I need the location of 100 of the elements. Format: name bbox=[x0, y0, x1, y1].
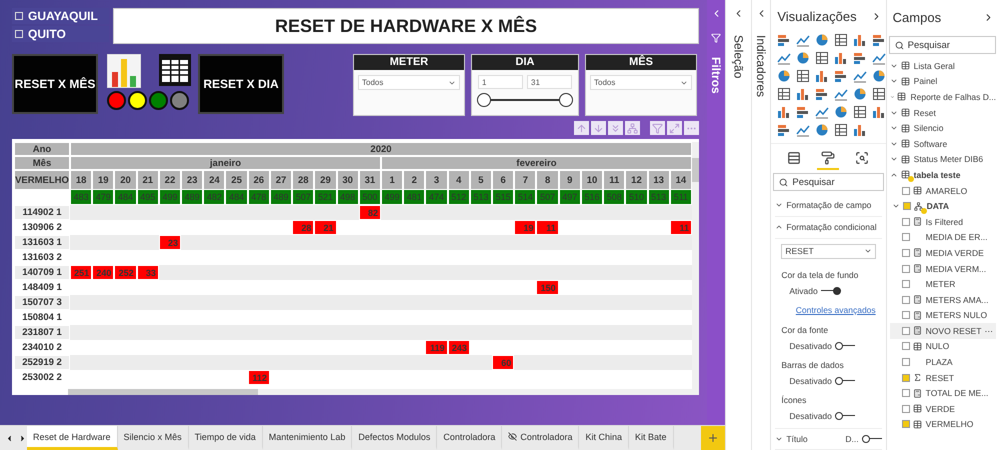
bar-chart-icon[interactable] bbox=[815, 87, 830, 102]
field-list-item[interactable]: PLAZA bbox=[890, 354, 996, 370]
checkbox[interactable] bbox=[902, 280, 910, 288]
page-tab[interactable]: Defectos Modulos bbox=[352, 426, 438, 450]
checkbox[interactable] bbox=[902, 358, 910, 366]
page-tab[interactable]: Reset de Hardware bbox=[27, 426, 118, 450]
table-list-item[interactable]: Software bbox=[890, 136, 996, 152]
table-list-item[interactable]: Painel bbox=[890, 74, 996, 90]
toggle-switch[interactable] bbox=[862, 434, 882, 443]
page-tab[interactable]: Kit Bate bbox=[628, 426, 674, 450]
bar-chart-icon[interactable] bbox=[796, 105, 810, 120]
table-icon[interactable] bbox=[815, 51, 830, 66]
line-chart-icon[interactable] bbox=[815, 105, 830, 120]
table-icon[interactable] bbox=[777, 87, 792, 102]
dropdown-field[interactable]: Todos bbox=[590, 75, 692, 90]
vertical-scrollbar[interactable] bbox=[692, 142, 699, 389]
table-icon[interactable] bbox=[853, 105, 868, 120]
table-list-item[interactable]: Reporte de Falhas D... bbox=[890, 89, 996, 105]
checkbox[interactable] bbox=[902, 311, 910, 320]
line-chart-icon[interactable] bbox=[853, 69, 868, 84]
status-light[interactable] bbox=[128, 91, 147, 110]
section-label[interactable]: Título bbox=[786, 434, 808, 444]
table-list-item[interactable]: Lista Geral bbox=[890, 58, 996, 74]
slider-handle[interactable] bbox=[477, 93, 491, 107]
checkbox[interactable] bbox=[902, 374, 910, 382]
table-list-item[interactable]: Reset bbox=[890, 104, 996, 120]
field-list-item[interactable]: AMARELO bbox=[890, 182, 996, 198]
page-tab[interactable]: Controladora bbox=[437, 426, 502, 450]
checkbox[interactable] bbox=[902, 218, 910, 226]
checkbox[interactable] bbox=[902, 342, 910, 350]
line-chart-icon[interactable] bbox=[777, 51, 792, 66]
field-list-item[interactable]: MEDIA VERM... bbox=[890, 260, 996, 276]
horizontal-scrollbar[interactable] bbox=[68, 389, 699, 395]
table-list-item[interactable]: tabela teste bbox=[890, 167, 996, 183]
column-chart-icon[interactable] bbox=[815, 69, 830, 84]
field-list-item[interactable]: METERS NULO bbox=[890, 308, 996, 324]
checkbox[interactable] bbox=[902, 326, 910, 335]
toggle-switch[interactable] bbox=[834, 342, 855, 350]
pie-chart-icon[interactable] bbox=[815, 123, 830, 138]
bar-chart-icon[interactable] bbox=[834, 69, 848, 84]
toggle-switch[interactable] bbox=[834, 412, 855, 420]
table-icon[interactable] bbox=[872, 87, 886, 102]
reset-month-button[interactable]: RESET X MÊS bbox=[12, 54, 98, 114]
section-header[interactable]: Formatação de campo bbox=[775, 194, 882, 217]
previous-page-icon[interactable] bbox=[5, 434, 14, 442]
column-chart-icon[interactable] bbox=[853, 123, 868, 138]
range-end-field[interactable]: 31 bbox=[527, 75, 572, 89]
line-chart-icon[interactable] bbox=[796, 33, 810, 48]
bar-chart-icon[interactable] bbox=[777, 123, 792, 138]
checkbox[interactable] bbox=[902, 264, 910, 273]
table-icon[interactable] bbox=[796, 69, 810, 84]
column-chart-icon[interactable] bbox=[796, 87, 810, 102]
field-list-item[interactable]: Is Filtered bbox=[890, 214, 996, 230]
field-list-item[interactable]: DATA bbox=[890, 198, 996, 214]
bar-chart-icon[interactable] bbox=[107, 54, 141, 88]
advanced-controls-link[interactable]: Controles avançados bbox=[790, 298, 882, 319]
add-page-button[interactable] bbox=[701, 426, 725, 450]
page-tab[interactable]: Silencio x Mês bbox=[118, 426, 189, 450]
range-slider[interactable] bbox=[477, 93, 573, 107]
field-list-item[interactable]: MEDIA DE ER... bbox=[890, 230, 996, 246]
bar-chart-icon[interactable] bbox=[853, 51, 868, 66]
field-list-item[interactable]: NULO bbox=[890, 338, 996, 354]
line-chart-icon[interactable] bbox=[796, 123, 810, 138]
page-tab[interactable]: Mantenimiento Lab bbox=[262, 426, 352, 450]
dropdown-field[interactable]: Todos bbox=[358, 75, 460, 90]
field-list-item[interactable]: VERDE bbox=[890, 401, 996, 417]
next-page-icon[interactable] bbox=[18, 434, 27, 442]
section-header[interactable]: Formatação condicional bbox=[775, 216, 882, 239]
field-list-item[interactable]: METER bbox=[890, 276, 996, 292]
search-field[interactable]: Pesquisar bbox=[773, 173, 884, 191]
field-list-item[interactable]: METERS AMA... bbox=[890, 292, 996, 308]
more-options[interactable]: ⋯ bbox=[984, 326, 998, 336]
field-list-item[interactable]: RESET bbox=[890, 370, 996, 386]
checkbox[interactable] bbox=[902, 420, 910, 428]
field-list-item[interactable]: VERMELHO bbox=[890, 416, 996, 432]
slider-handle[interactable] bbox=[559, 93, 573, 107]
reset-day-button[interactable]: RESET X DIA bbox=[198, 54, 284, 114]
column-chart-icon[interactable] bbox=[872, 105, 886, 120]
pie-chart-icon[interactable] bbox=[872, 69, 886, 84]
checkbox[interactable] bbox=[902, 404, 910, 413]
field-list-item[interactable]: NOVO RESET ⋯ bbox=[890, 323, 996, 339]
range-start-field[interactable]: 1 bbox=[478, 75, 523, 89]
page-tab[interactable]: Controladora bbox=[502, 426, 580, 450]
checkbox[interactable] bbox=[902, 186, 910, 195]
dropdown-field[interactable]: RESET bbox=[781, 244, 876, 259]
filters-pane-title[interactable]: Filtros bbox=[709, 57, 723, 94]
toggle-switch[interactable] bbox=[820, 286, 841, 295]
line-chart-icon[interactable] bbox=[872, 51, 886, 66]
checkbox[interactable] bbox=[902, 389, 910, 398]
table-list-item[interactable]: Status Meter DIB6 bbox=[890, 152, 996, 168]
table-icon[interactable] bbox=[159, 54, 191, 86]
line-chart-icon[interactable] bbox=[834, 87, 848, 102]
city-filter-item[interactable]: GUAYAQUIL bbox=[12, 8, 109, 24]
column-chart-icon[interactable] bbox=[853, 33, 868, 48]
city-filter-item[interactable]: QUITO bbox=[12, 26, 109, 42]
page-tab[interactable]: Kit China bbox=[579, 426, 629, 450]
field-list-item[interactable]: MEDIA VERDE bbox=[890, 245, 996, 261]
search-field[interactable]: Pesquisar bbox=[888, 36, 996, 54]
table-icon[interactable] bbox=[834, 123, 848, 138]
bar-chart-icon[interactable] bbox=[777, 33, 792, 48]
